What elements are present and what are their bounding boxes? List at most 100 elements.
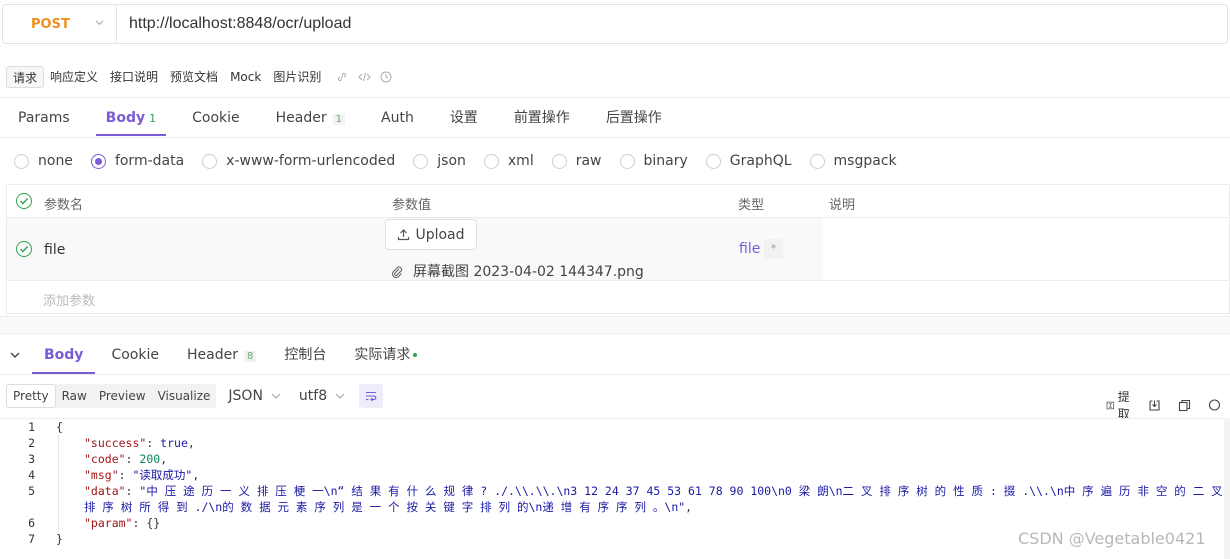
upload-button[interactable]: Upload xyxy=(385,219,477,250)
res-tab-body[interactable]: Body xyxy=(30,336,97,374)
url-input[interactable]: http://localhost:8848/ocr/upload xyxy=(117,15,351,33)
panel-splitter[interactable] xyxy=(0,316,1230,334)
tab-label: Body xyxy=(105,110,146,126)
radio-xml[interactable]: xml xyxy=(483,153,534,169)
divider xyxy=(0,374,1230,375)
tab-post-script[interactable]: 后置操作 xyxy=(588,100,680,136)
search-button[interactable] xyxy=(1208,398,1223,412)
radio-label: GraphQL xyxy=(729,153,792,169)
collapse-chevron-icon[interactable] xyxy=(0,350,30,360)
doc-tab-image-ocr[interactable]: 图片识别 xyxy=(267,66,327,88)
divider xyxy=(0,137,1230,138)
doc-tab-response-def[interactable]: 响应定义 xyxy=(44,66,104,88)
col-value-header: 参数值 xyxy=(392,198,432,213)
radio-urlencoded[interactable]: x-www-form-urlencoded xyxy=(202,153,395,169)
header-count-badge: 1 xyxy=(332,114,345,125)
check-all-icon[interactable] xyxy=(16,193,32,209)
add-param-input[interactable]: 添加参数 xyxy=(43,290,95,309)
tab-label: Body xyxy=(44,347,84,363)
tab-label: 前置操作 xyxy=(513,110,570,126)
tab-label: Params xyxy=(18,110,70,126)
extract-button[interactable]: 提取 xyxy=(1106,388,1134,422)
watermark: CSDN @Vegetable0421 xyxy=(1018,529,1206,548)
line-number: 6 xyxy=(28,516,35,530)
paperclip-icon xyxy=(391,265,403,278)
tab-header[interactable]: Header 1 xyxy=(258,100,363,136)
code-icon[interactable] xyxy=(357,70,371,84)
radio-circle xyxy=(202,153,218,169)
radio-circle xyxy=(551,153,567,169)
extract-icon xyxy=(1106,401,1115,409)
res-tab-console[interactable]: 控制台 xyxy=(270,336,340,374)
url-bar: POST http://localhost:8848/ocr/upload xyxy=(2,4,1228,44)
radio-msgpack[interactable]: msgpack xyxy=(809,153,897,169)
radio-label: form-data xyxy=(114,153,185,169)
wrap-icon xyxy=(366,391,377,401)
radio-form-data[interactable]: form-data xyxy=(90,153,185,169)
tab-auth[interactable]: Auth xyxy=(363,100,432,136)
radio-circle xyxy=(619,153,635,169)
divider xyxy=(0,97,1230,98)
json-value: "中 压 途 历 一 义 排 压 梗 一\n“ 结 果 有 什 么 规 律 ? … xyxy=(139,484,1223,498)
extract-label: 提取 xyxy=(1117,390,1130,421)
radio-graphql[interactable]: GraphQL xyxy=(705,153,792,169)
res-header-count-badge: 8 xyxy=(243,351,257,362)
tab-settings[interactable]: 设置 xyxy=(432,100,496,136)
param-type-select[interactable]: file xyxy=(739,241,760,257)
download-button[interactable] xyxy=(1148,399,1164,412)
view-preview[interactable]: Preview xyxy=(93,384,152,408)
doc-tab-api-desc[interactable]: 接口说明 xyxy=(104,66,164,88)
search-icon xyxy=(1208,398,1221,411)
doc-tab-request[interactable]: 请求 xyxy=(6,66,45,88)
request-tabs: Params Body 1 Cookie Header 1 Auth 设置 前置操作… xyxy=(0,100,680,136)
view-visualize[interactable]: Visualize xyxy=(152,384,217,408)
tab-label: 实际请求 xyxy=(354,347,411,363)
doc-tab-mock[interactable]: Mock xyxy=(224,66,267,88)
radio-label: binary xyxy=(643,153,688,169)
copy-button[interactable] xyxy=(1178,399,1194,412)
vertical-scrollbar[interactable] xyxy=(1224,418,1230,559)
response-tools: 提取 xyxy=(1106,388,1230,422)
radio-raw[interactable]: raw xyxy=(551,153,602,169)
format-bar: Pretty Raw Preview Visualize JSON utf8 xyxy=(6,384,384,408)
radio-label: raw xyxy=(575,153,602,169)
tab-params[interactable]: Params xyxy=(0,100,88,136)
required-badge[interactable]: * xyxy=(764,239,783,259)
res-tab-actual-request[interactable]: 实际请求 xyxy=(340,336,431,374)
radio-label: none xyxy=(38,153,73,169)
params-table-header: 参数名 参数值 类型 说明 xyxy=(7,185,1229,218)
method-select[interactable]: POST xyxy=(3,5,117,43)
radio-circle-selected xyxy=(90,153,106,169)
view-pretty[interactable]: Pretty xyxy=(6,384,56,408)
tab-cookie[interactable]: Cookie xyxy=(174,100,258,136)
encoding-select[interactable]: utf8 xyxy=(299,388,345,404)
radio-label: x-www-form-urlencoded xyxy=(226,153,396,169)
res-tab-header[interactable]: Header 8 xyxy=(173,336,270,374)
view-raw[interactable]: Raw xyxy=(56,384,93,408)
json-value: 排 序 树 所 得 到 ./\n的 数 据 元 素 序 列 是 一 个 按 关 … xyxy=(84,500,686,514)
link-icon[interactable] xyxy=(335,70,349,84)
history-icon[interactable] xyxy=(379,70,393,84)
res-tab-cookie[interactable]: Cookie xyxy=(97,336,173,374)
line-number: 7 xyxy=(28,532,35,546)
doc-tab-preview[interactable]: 预览文档 xyxy=(164,66,224,88)
language-select[interactable]: JSON xyxy=(228,388,281,404)
method-label: POST xyxy=(31,16,70,32)
upload-label: Upload xyxy=(415,226,465,243)
radio-none[interactable]: none xyxy=(14,153,73,169)
tab-label: 设置 xyxy=(449,110,478,126)
tab-pre-script[interactable]: 前置操作 xyxy=(496,100,588,136)
status-dot xyxy=(413,353,418,357)
code-text: { xyxy=(56,420,63,434)
row-check-icon[interactable] xyxy=(16,241,32,257)
param-name[interactable]: file xyxy=(44,242,65,258)
line-number: 4 xyxy=(28,468,35,482)
attached-file[interactable]: 屏幕截图 2023-04-02 144347.png xyxy=(391,261,644,281)
wrap-lines-button[interactable] xyxy=(359,384,384,408)
chevron-down-icon xyxy=(271,393,281,399)
radio-json[interactable]: json xyxy=(413,153,466,169)
params-table: 参数名 参数值 类型 说明 file Upload 屏幕截图 2023-04-0… xyxy=(6,184,1230,314)
line-number: 1 xyxy=(28,420,35,434)
tab-body[interactable]: Body 1 xyxy=(88,100,174,136)
radio-binary[interactable]: binary xyxy=(619,153,688,169)
